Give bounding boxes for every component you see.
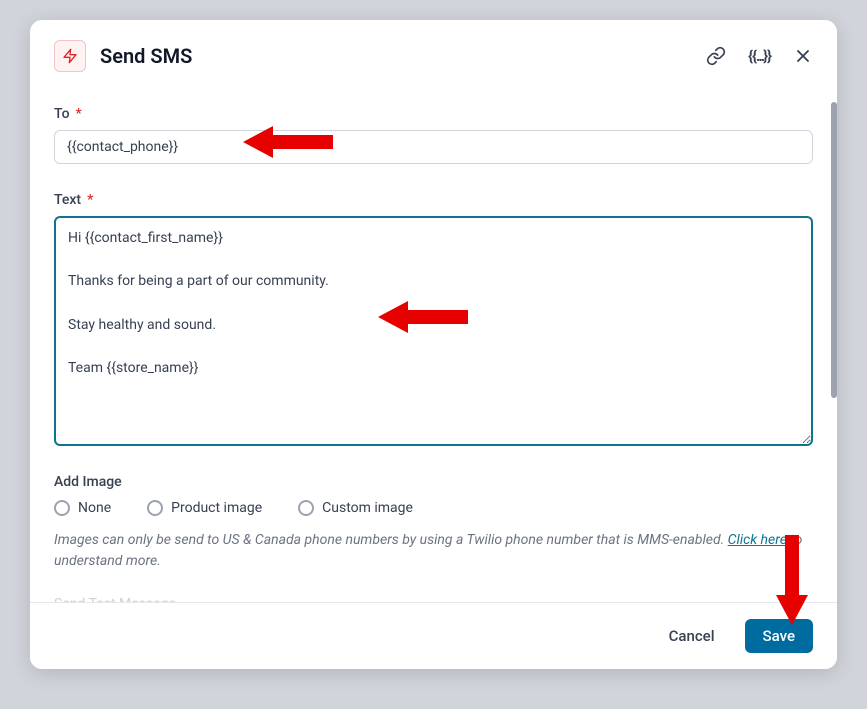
to-label: To * [54,106,813,122]
close-icon[interactable] [793,46,813,66]
modal-body: To * Text * Add Image None Product image [30,82,837,602]
radio-circle [54,500,70,516]
radio-none-label: None [78,500,111,516]
to-field-group: To * [54,106,813,164]
add-image-label: Add Image [54,474,813,490]
scrollbar[interactable] [831,102,837,398]
image-helper-text: Images can only be send to US & Canada p… [54,530,813,572]
text-textarea[interactable] [54,216,813,446]
variables-icon[interactable]: {{...}} [748,47,771,65]
text-label-text: Text [54,192,81,208]
radio-circle [298,500,314,516]
modal-footer: Cancel Save [30,602,837,669]
send-test-label: Send Test Message [54,596,813,602]
send-sms-modal: Send SMS {{...}} To * Text * Add Image [30,20,837,669]
save-button[interactable]: Save [745,619,813,653]
to-label-text: To [54,106,70,122]
radio-product-label: Product image [171,500,262,516]
to-input[interactable] [54,130,813,164]
click-here-link[interactable]: Click here [728,532,787,548]
header-actions: {{...}} [706,46,813,66]
link-icon[interactable] [706,46,726,66]
image-radio-row: None Product image Custom image [54,500,813,516]
modal-header: Send SMS {{...}} [30,20,837,82]
radio-custom[interactable]: Custom image [298,500,413,516]
cancel-button[interactable]: Cancel [651,619,733,653]
radio-none[interactable]: None [54,500,111,516]
radio-circle [147,500,163,516]
add-image-group: Add Image None Product image Custom imag… [54,474,813,572]
text-label: Text * [54,192,813,208]
lightning-icon [54,40,86,72]
radio-product[interactable]: Product image [147,500,262,516]
required-asterisk: * [76,106,82,122]
required-asterisk: * [87,192,93,208]
modal-title: Send SMS [100,44,706,68]
text-field-group: Text * [54,192,813,450]
radio-custom-label: Custom image [322,500,413,516]
helper-prefix: Images can only be send to US & Canada p… [54,532,728,548]
